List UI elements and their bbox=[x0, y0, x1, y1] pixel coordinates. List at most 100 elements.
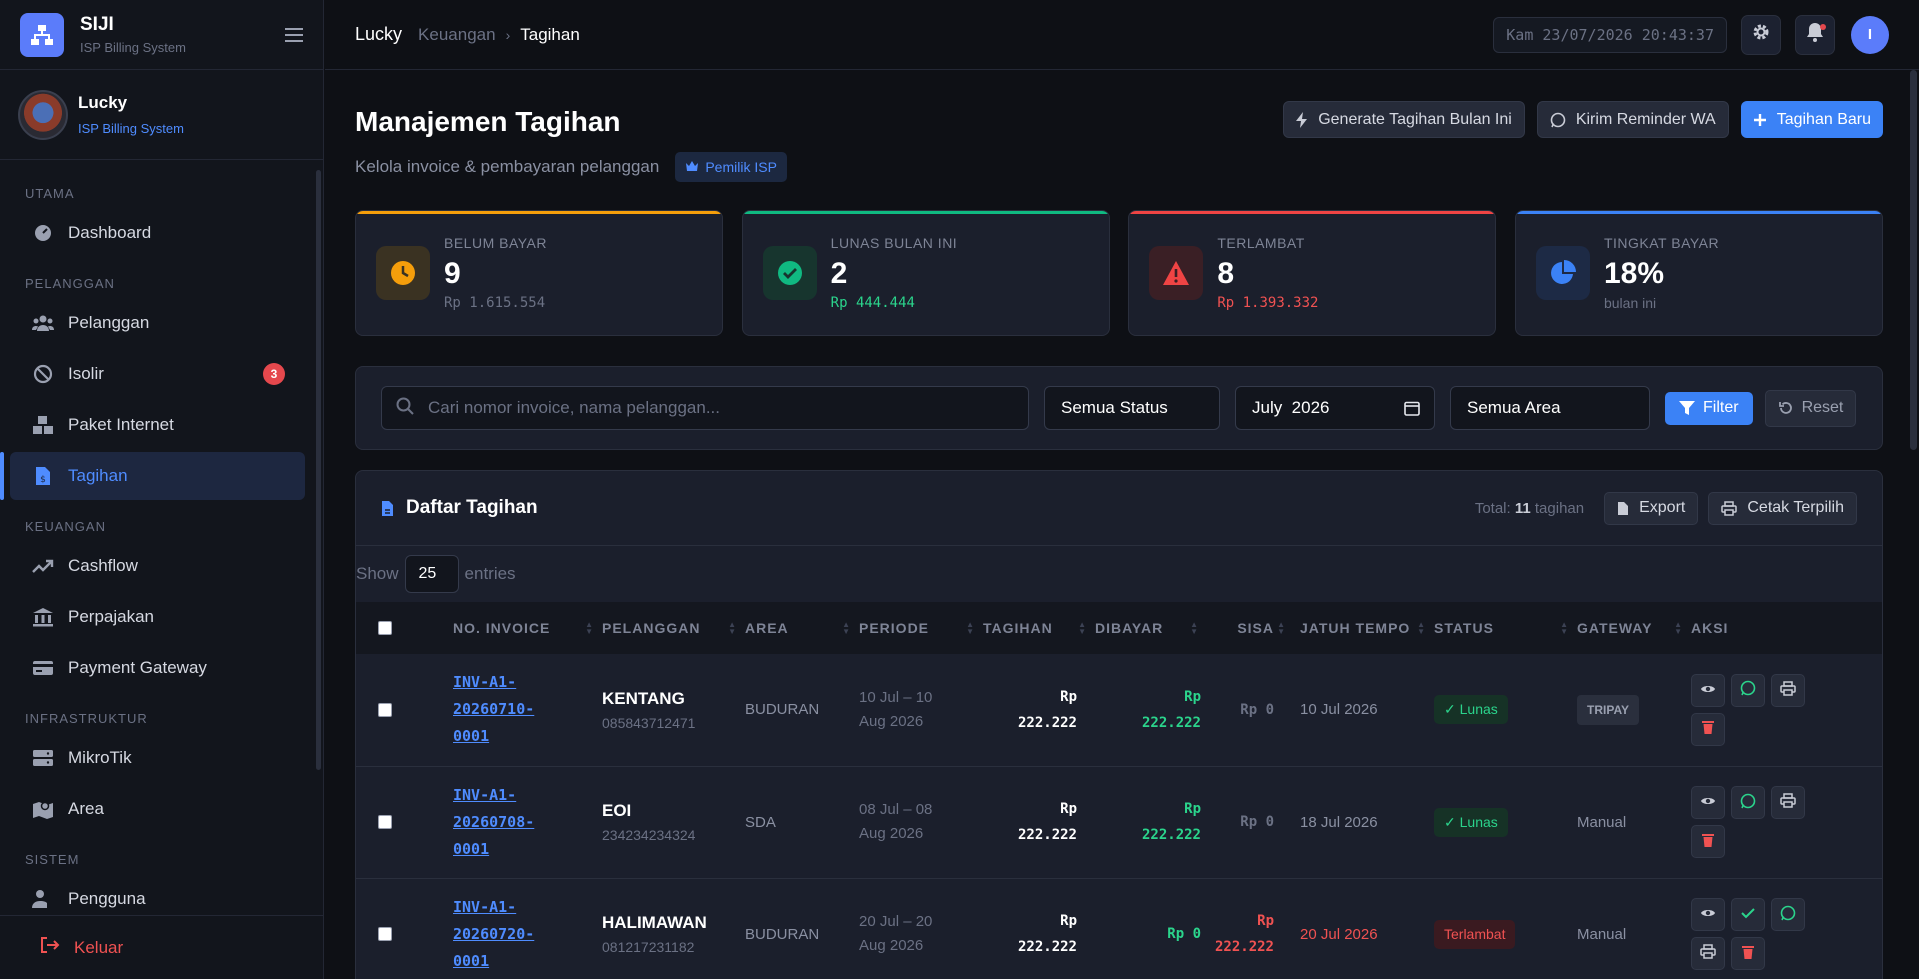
sidebar: SIJI ISP Billing System Lucky ISP Billin… bbox=[0, 0, 324, 979]
col-sisa[interactable]: SISA ▲ ▼ bbox=[1207, 602, 1286, 654]
col-tagihan[interactable]: TAGIHAN ▲ ▼ bbox=[983, 602, 1095, 654]
whatsapp-button[interactable] bbox=[1731, 673, 1765, 707]
trash-icon bbox=[1702, 720, 1714, 738]
tagihan-cell: Rp 222.222 bbox=[1017, 688, 1077, 731]
sidebar-item-mikrotik[interactable]: MikroTik bbox=[10, 734, 305, 782]
row-checkbox[interactable] bbox=[378, 927, 392, 941]
whatsapp-button[interactable] bbox=[1771, 898, 1805, 931]
filter-bar: Cari nomor invoice, nama pelanggan... Se… bbox=[355, 366, 1883, 450]
sidebar-item-paket-internet[interactable]: Paket Internet bbox=[10, 401, 305, 449]
col-pelanggan[interactable]: PELANGGAN ▲ ▼ bbox=[602, 602, 745, 654]
sidebar-item-label: MikroTik bbox=[68, 748, 132, 767]
select-all-checkbox[interactable] bbox=[378, 621, 392, 635]
pie-chart-icon bbox=[1535, 246, 1590, 300]
reset-button[interactable]: Reset bbox=[1764, 389, 1857, 427]
sidebar-item-pelanggan[interactable]: Pelanggan bbox=[10, 299, 305, 347]
breadcrumb-keuangan[interactable]: Keuangan bbox=[418, 25, 496, 45]
sidebar-item-perpajakan[interactable]: Perpajakan bbox=[10, 593, 305, 641]
stat-terlambat: TERLAMBAT 8 Rp 1.393.332 bbox=[1128, 210, 1497, 336]
breadcrumb-home[interactable]: Lucky bbox=[355, 24, 402, 45]
col-gateway[interactable]: GATEWAY ▲ ▼ bbox=[1577, 602, 1691, 654]
delete-button[interactable] bbox=[1691, 712, 1725, 746]
area-select[interactable]: Semua Area bbox=[1450, 386, 1650, 430]
print-selected-button[interactable]: Cetak Terpilih bbox=[1708, 491, 1857, 525]
isolir-count-badge: 3 bbox=[263, 363, 285, 385]
new-invoice-button[interactable]: Tagihan Baru bbox=[1740, 101, 1883, 138]
print-button[interactable] bbox=[1771, 673, 1805, 707]
stat-belum-bayar: BELUM BAYAR 9 Rp 1.615.554 bbox=[355, 210, 723, 336]
col-periode[interactable]: PERIODE ▲ ▼ bbox=[859, 602, 983, 654]
view-button[interactable] bbox=[1691, 786, 1725, 819]
sidebar-item-label: Pelanggan bbox=[68, 313, 150, 332]
dibayar-cell: Rp 222.222 bbox=[1141, 688, 1201, 731]
search-input[interactable]: Cari nomor invoice, nama pelanggan... bbox=[381, 386, 1029, 430]
sidebar-item-label: Tagihan bbox=[68, 466, 128, 485]
status-badge: Terlambat bbox=[1434, 919, 1516, 949]
notifications-button[interactable] bbox=[1795, 14, 1835, 55]
status-badge: ✓ Lunas bbox=[1434, 807, 1508, 837]
whatsapp-icon bbox=[1740, 680, 1756, 700]
status-select[interactable]: Semua Status bbox=[1044, 386, 1220, 430]
sidebar-item-label: Cashflow bbox=[68, 556, 138, 575]
filter-icon bbox=[1679, 401, 1695, 415]
printer-icon bbox=[1700, 944, 1716, 963]
sidebar-item-pengguna[interactable]: Pengguna bbox=[10, 875, 305, 913]
page-scrollbar[interactable] bbox=[1910, 70, 1917, 450]
sidebar-item-area[interactable]: Area bbox=[10, 785, 305, 833]
delete-button[interactable] bbox=[1691, 825, 1725, 858]
due-date-cell: 10 Jul 2026 bbox=[1300, 701, 1378, 719]
col-no-invoice[interactable]: NO. INVOICE ▲ ▼ bbox=[453, 602, 602, 654]
trash-icon bbox=[1702, 833, 1714, 851]
month-picker[interactable]: July 2026 bbox=[1235, 386, 1435, 430]
delete-button[interactable] bbox=[1731, 937, 1765, 970]
plus-icon bbox=[1753, 113, 1767, 127]
customer-name: KENTANG bbox=[602, 688, 685, 708]
status-badge: ✓ Lunas bbox=[1434, 695, 1508, 725]
view-button[interactable] bbox=[1691, 673, 1725, 707]
sidebar-item-isolir[interactable]: Isolir 3 bbox=[10, 350, 305, 398]
view-button[interactable] bbox=[1691, 898, 1725, 931]
print-button[interactable] bbox=[1691, 937, 1725, 970]
invoice-link[interactable]: INV-A1- 20260708- 0001 bbox=[453, 782, 602, 863]
reset-label: Reset bbox=[1801, 399, 1844, 416]
nav-section-keuangan: KEUANGAN bbox=[25, 519, 106, 534]
invoice-link[interactable]: INV-A1- 20260720- 0001 bbox=[453, 894, 602, 975]
customer-name: EOI bbox=[602, 801, 632, 820]
sidebar-item-cashflow[interactable]: Cashflow bbox=[10, 542, 305, 590]
settings-button[interactable] bbox=[1741, 14, 1781, 55]
table-header-row: NO. INVOICE ▲ ▼ PELANGGAN ▲ ▼ AREA ▲ ▼ PERIODE… bbox=[356, 602, 1882, 654]
sidebar-item-dashboard[interactable]: Dashboard bbox=[10, 209, 305, 257]
stats-row: BELUM BAYAR 9 Rp 1.615.554 LUNAS BULAN I… bbox=[355, 210, 1883, 336]
check-icon bbox=[1741, 906, 1755, 923]
row-checkbox[interactable] bbox=[378, 815, 392, 829]
page-length-control: Show 25 entries bbox=[356, 546, 1882, 602]
user-avatar-button[interactable]: I bbox=[1851, 15, 1889, 54]
stat-value: 2 bbox=[830, 257, 848, 290]
eye-icon bbox=[1700, 906, 1716, 923]
col-area[interactable]: AREA ▲ ▼ bbox=[745, 602, 859, 654]
stat-value: 8 bbox=[1217, 257, 1234, 290]
col-jatuh-tempo[interactable]: JATUH TEMPO ▲ ▼ bbox=[1286, 602, 1434, 654]
row-checkbox[interactable] bbox=[378, 702, 392, 717]
stat-label: LUNAS BULAN INI bbox=[830, 235, 958, 251]
page-length-select[interactable]: 25 bbox=[404, 555, 459, 593]
mark-paid-button[interactable] bbox=[1731, 898, 1765, 931]
sidebar-scrollbar[interactable] bbox=[316, 170, 321, 770]
user-card[interactable]: Lucky ISP Billing System bbox=[0, 70, 323, 160]
server-icon bbox=[32, 747, 54, 769]
print-button[interactable] bbox=[1771, 786, 1805, 819]
sidebar-item-payment-gateway[interactable]: Payment Gateway bbox=[10, 644, 305, 692]
col-dibayar[interactable]: DIBAYAR ▲ ▼ bbox=[1095, 602, 1207, 654]
col-status[interactable]: STATUS ▲ ▼ bbox=[1434, 602, 1577, 654]
main-content: Manajemen Tagihan Kelola invoice & pemba… bbox=[355, 70, 1883, 979]
send-wa-reminder-button[interactable]: Kirim Reminder WA bbox=[1536, 101, 1729, 138]
generate-invoice-button[interactable]: Generate Tagihan Bulan Ini bbox=[1283, 101, 1525, 138]
logout-button[interactable]: Keluar bbox=[0, 915, 323, 979]
export-button[interactable]: Export bbox=[1604, 491, 1699, 525]
filter-button[interactable]: Filter bbox=[1665, 391, 1753, 425]
whatsapp-button[interactable] bbox=[1731, 786, 1765, 819]
menu-toggle-icon[interactable] bbox=[285, 24, 303, 46]
generate-invoice-label: Generate Tagihan Bulan Ini bbox=[1318, 110, 1512, 128]
invoice-link[interactable]: INV-A1- 20260710- 0001 bbox=[453, 669, 602, 750]
sidebar-item-tagihan[interactable]: $ Tagihan bbox=[0, 452, 305, 500]
